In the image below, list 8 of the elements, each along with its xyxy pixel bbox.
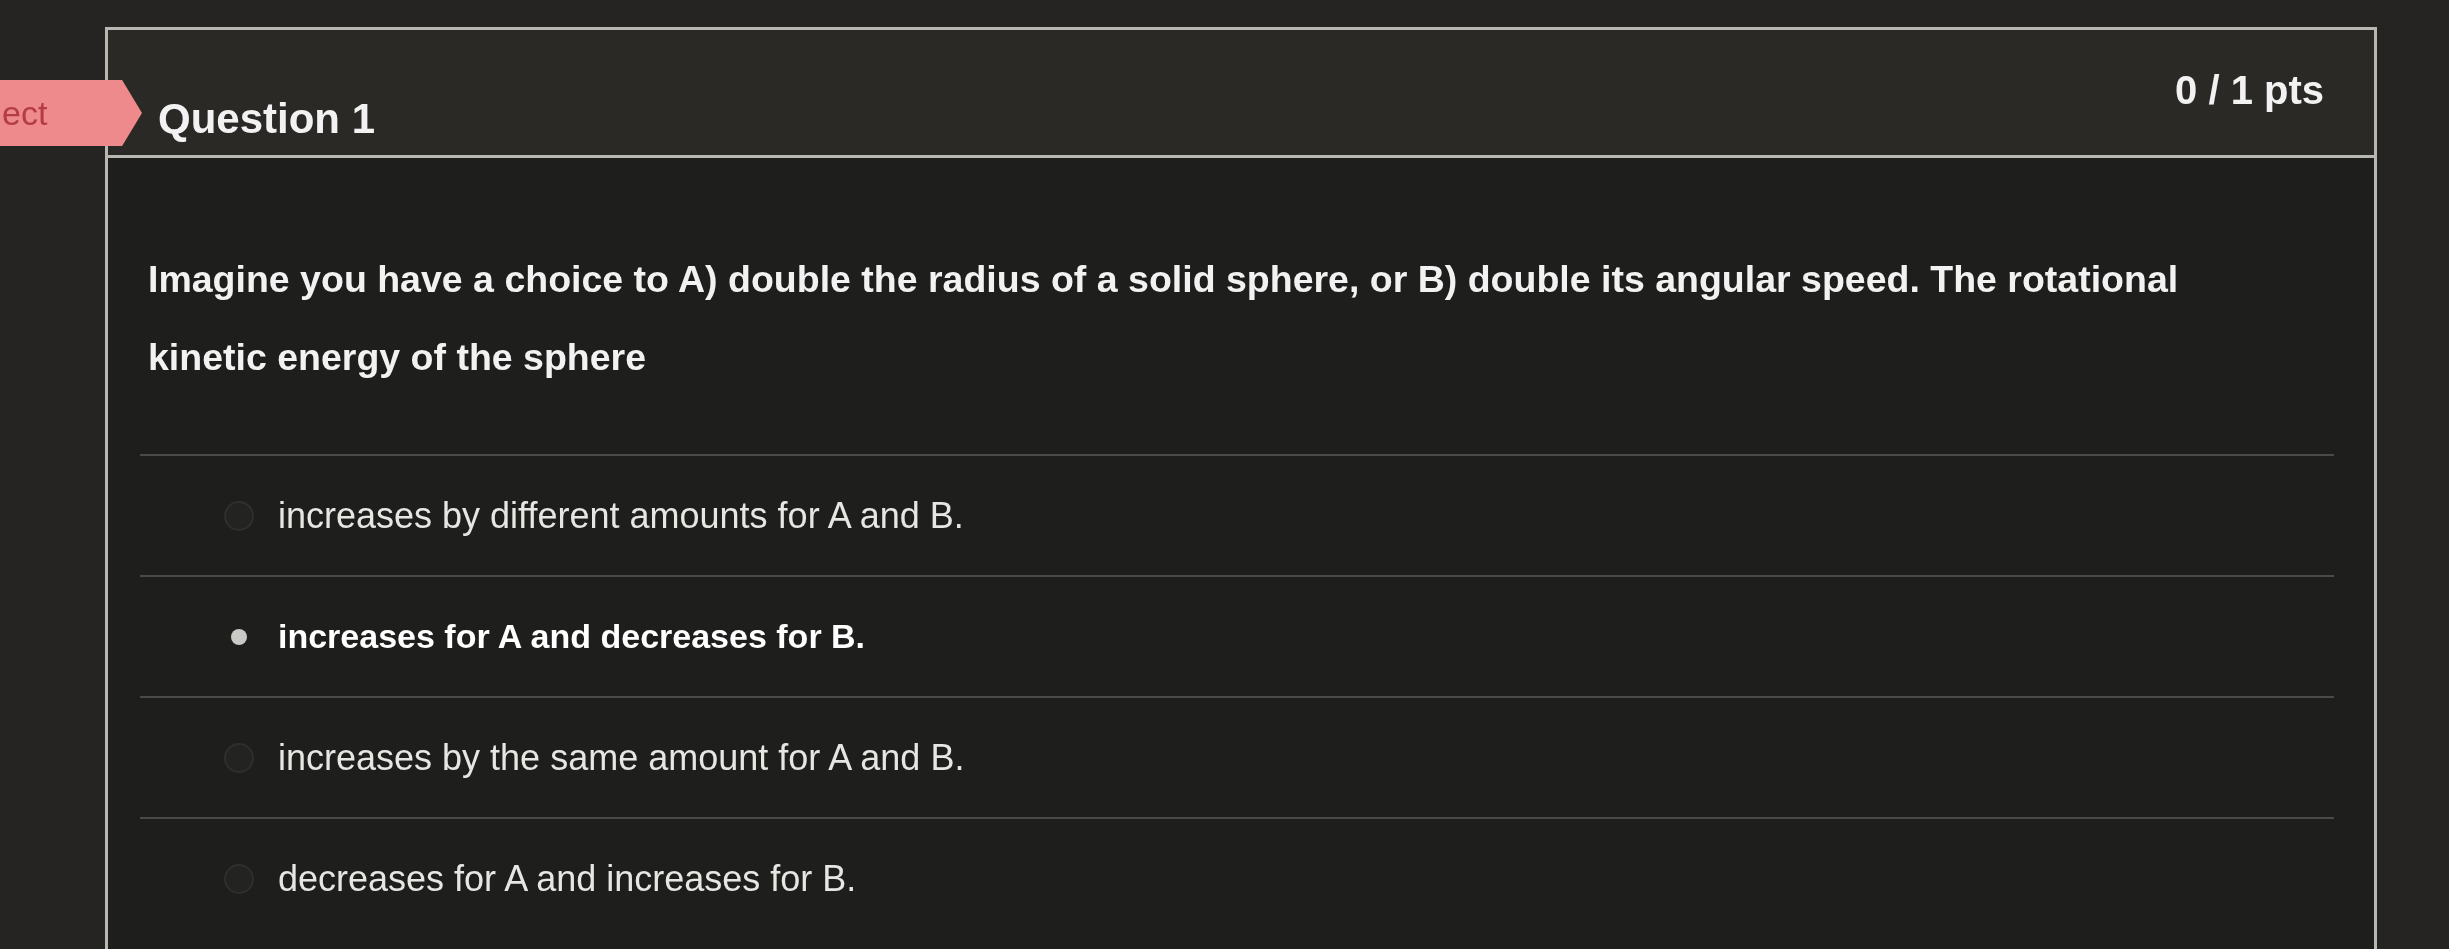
answer-label[interactable]: decreases for A and increases for B. — [278, 851, 857, 906]
question-text: Imagine you have a choice to A) double the radius of a solid sphere, or B) double its angular speed. The rotational kinetic energy of the sphere — [148, 257, 2180, 380]
result-tag: ect — [0, 80, 142, 146]
question-title: Question 1 — [158, 98, 376, 140]
points-score: 0 / 1 pts — [2175, 70, 2324, 110]
answer-label[interactable]: increases by different amounts for A and B. — [278, 488, 964, 543]
answer-label[interactable]: increases for A and decreases for B. — [278, 611, 866, 662]
answer-label[interactable]: increases by the same amount for A and B. — [278, 730, 965, 785]
